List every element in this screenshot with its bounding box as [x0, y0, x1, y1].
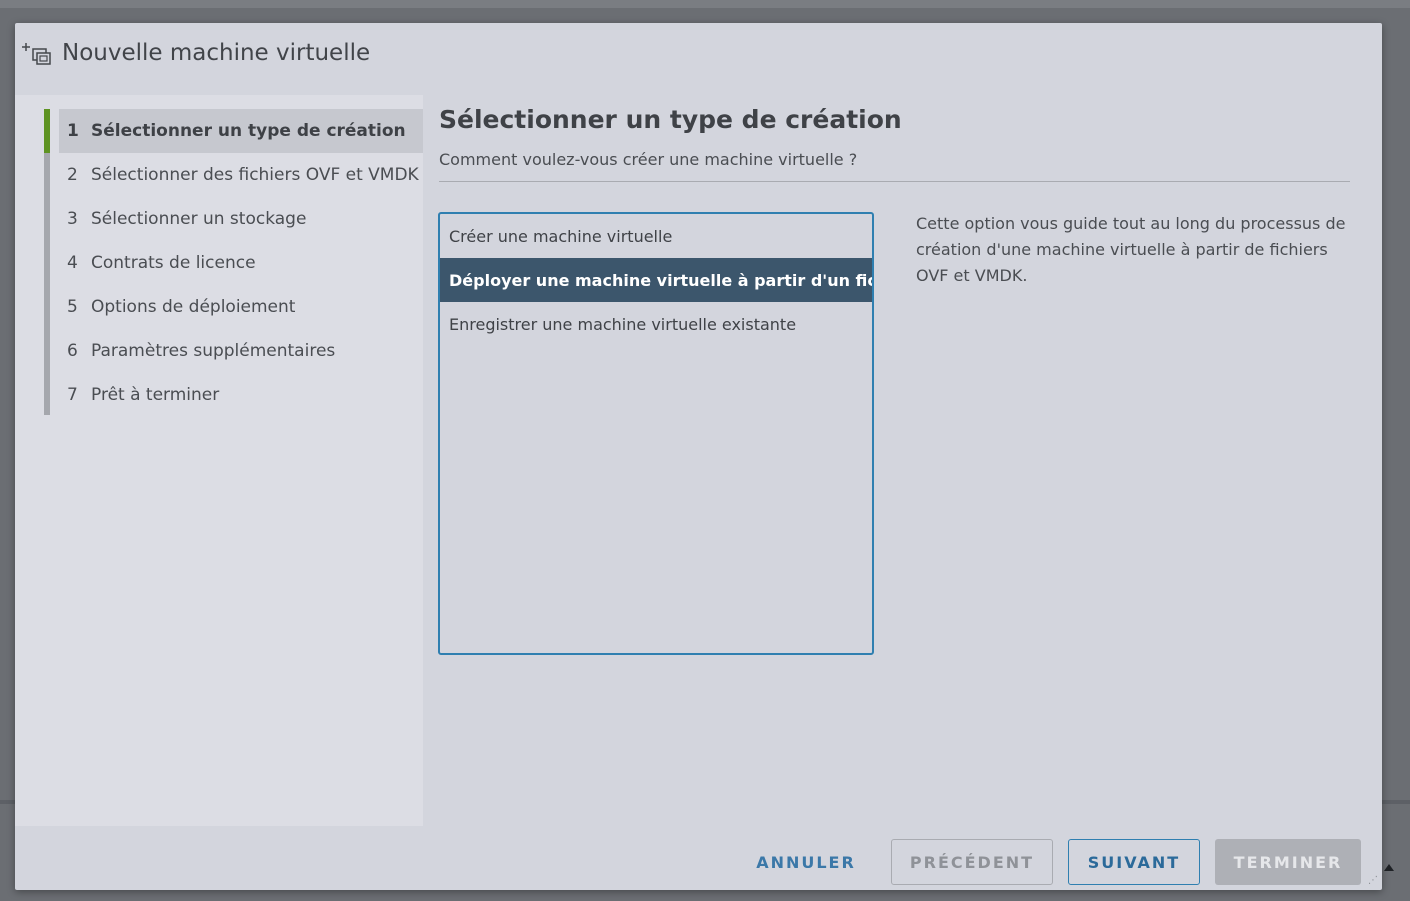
dialog-title: Nouvelle machine virtuelle [62, 40, 371, 66]
new-vm-dialog: Nouvelle machine virtuelle 1 Sélectionne… [15, 23, 1382, 890]
page-subtitle: Comment voulez-vous créer une machine vi… [439, 150, 858, 169]
step-4[interactable]: 4 Contrats de licence [59, 241, 423, 285]
step-label: Sélectionner un stockage [91, 209, 307, 229]
step-1[interactable]: 1 Sélectionner un type de création [59, 109, 423, 153]
step-label: Paramètres supplémentaires [91, 341, 336, 361]
option-register-vm[interactable]: Enregistrer une machine virtuelle exista… [440, 302, 872, 346]
add-vm-icon [22, 43, 51, 65]
wizard-steps-list: 1 Sélectionner un type de création 2 Sél… [59, 109, 423, 417]
step-number: 7 [67, 385, 78, 405]
divider [439, 181, 1350, 182]
step-label: Options de déploiement [91, 297, 296, 317]
option-description: Cette option vous guide tout au long du … [916, 214, 1346, 285]
step-7[interactable]: 7 Prêt à terminer [59, 373, 423, 417]
wizard-main-panel: Sélectionner un type de création Comment… [438, 95, 1350, 826]
background-app-header [0, 0, 1410, 8]
scroll-up-arrow-icon[interactable] [1384, 864, 1394, 871]
step-label: Prêt à terminer [91, 385, 220, 405]
creation-type-listbox[interactable]: Créer une machine virtuelle Déployer une… [438, 212, 874, 655]
option-create-vm[interactable]: Créer une machine virtuelle [440, 214, 872, 258]
step-3[interactable]: 3 Sélectionner un stockage [59, 197, 423, 241]
step-number: 3 [67, 209, 78, 229]
step-label: Contrats de licence [91, 253, 256, 273]
step-label: Sélectionner un type de création [91, 121, 406, 141]
wizard-steps-sidebar: 1 Sélectionner un type de création 2 Sél… [15, 95, 423, 826]
step-number: 6 [67, 341, 78, 361]
step-2[interactable]: 2 Sélectionner des fichiers OVF et VMDK [59, 153, 423, 197]
step-label: Sélectionner des fichiers OVF et VMDK [91, 165, 419, 185]
dialog-header: Nouvelle machine virtuelle [15, 23, 1382, 95]
step-number: 1 [67, 121, 79, 141]
resize-grip-icon[interactable]: ⋰ [1368, 875, 1378, 886]
finish-button[interactable]: TERMINER [1215, 839, 1361, 885]
steps-progress-rail [44, 109, 50, 415]
step-number: 2 [67, 165, 78, 185]
step-number: 4 [67, 253, 78, 273]
step-5[interactable]: 5 Options de déploiement [59, 285, 423, 329]
previous-button[interactable]: PRÉCÉDENT [891, 839, 1053, 885]
next-button[interactable]: SUIVANT [1068, 839, 1200, 885]
step-6[interactable]: 6 Paramètres supplémentaires [59, 329, 423, 373]
dialog-footer: ANNULER PRÉCÉDENT SUIVANT TERMINER ⋰ [15, 826, 1382, 890]
cancel-button[interactable]: ANNULER [745, 839, 867, 885]
step-number: 5 [67, 297, 78, 317]
page-title: Sélectionner un type de création [439, 105, 902, 134]
option-deploy-ovf[interactable]: Déployer une machine virtuelle à partir … [440, 258, 872, 302]
steps-progress-active [44, 109, 50, 153]
